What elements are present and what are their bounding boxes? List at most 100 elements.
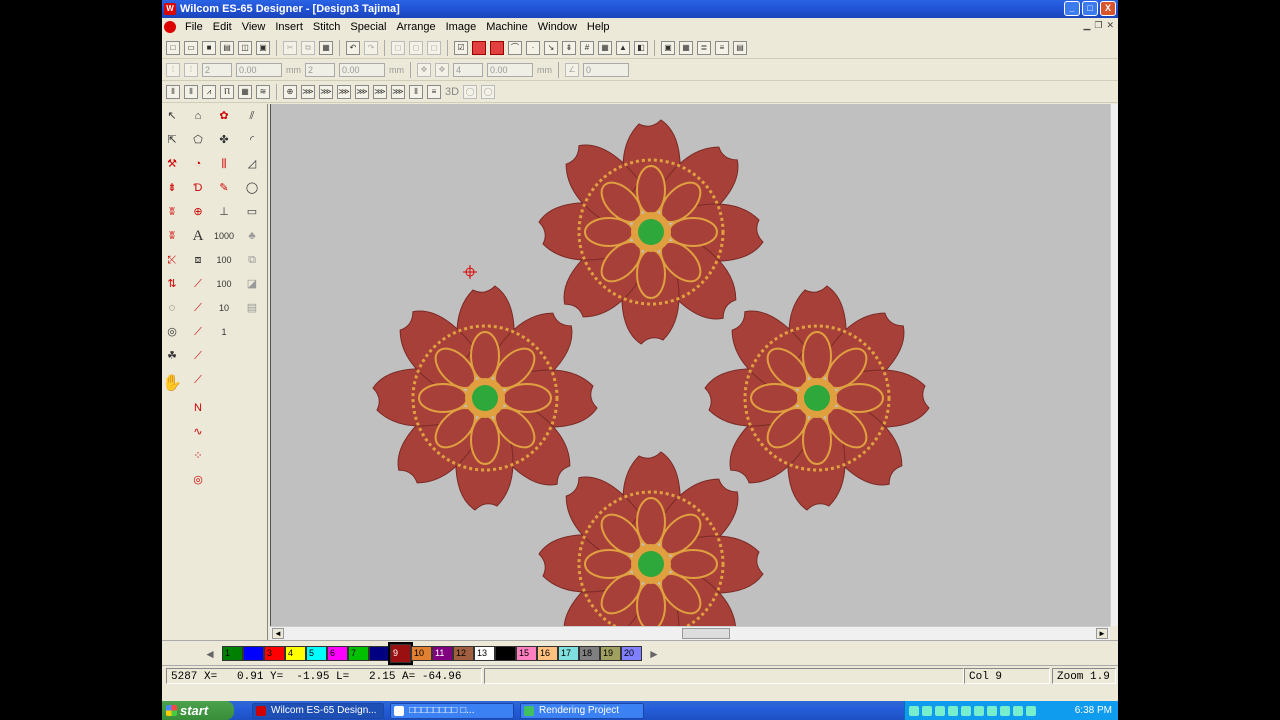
knife-icon[interactable]: ⚒ — [162, 154, 182, 174]
flower-motif-icon[interactable]: ✿ — [214, 106, 234, 126]
tray-icon-5[interactable] — [961, 705, 971, 716]
color-swatch[interactable]: 17 — [558, 646, 579, 661]
pattern-icon[interactable]: ☘ — [162, 346, 182, 366]
color-swatch[interactable]: 12 — [453, 646, 474, 661]
show-connectors-icon[interactable]: ⌒ — [508, 40, 522, 55]
design-properties-icon[interactable]: ▣ — [661, 40, 675, 55]
paint-icon[interactable]: ✎ — [214, 178, 234, 198]
applique-icon[interactable]: ◯ — [463, 84, 478, 99]
object-list-icon[interactable]: ▤ — [733, 40, 747, 55]
color-film-icon[interactable]: ▲ — [616, 40, 630, 55]
mdi-close-icon[interactable]: ✕ — [1106, 20, 1114, 31]
tray-icon-3[interactable] — [935, 705, 945, 716]
auto-digitize-icon[interactable]: ♣ — [242, 226, 262, 246]
motif-fill-icon[interactable]: ≋ — [256, 84, 270, 99]
stitch-count-1000-icon[interactable]: 1000 — [214, 226, 234, 246]
color-swatch[interactable] — [495, 646, 516, 661]
tie-off-icon[interactable]: ⊥ — [214, 202, 234, 222]
color-swatch[interactable]: 15 — [516, 646, 537, 661]
flower-top[interactable] — [538, 119, 764, 345]
undo-icon[interactable]: ↶ — [346, 40, 360, 55]
motif-run-icon[interactable]: ✤ — [214, 130, 234, 150]
tray-icon-9[interactable] — [1013, 705, 1023, 716]
spacing-field-1[interactable]: 2 — [202, 62, 232, 77]
cross-stitch-icon[interactable]: ⋙ — [301, 84, 315, 99]
stipple-icon[interactable]: ⋙ — [391, 84, 405, 99]
menu-image[interactable]: Image — [441, 21, 482, 33]
globe-fill-icon[interactable]: ⊕ — [188, 202, 208, 222]
flower-right[interactable] — [704, 285, 930, 511]
color-swatch[interactable]: 20 — [621, 646, 642, 661]
flower-left[interactable] — [372, 285, 598, 511]
stamp-icon[interactable]: ⁘ — [188, 446, 208, 466]
step-stitch-icon[interactable]: ⦀ — [184, 84, 198, 99]
raised-satin-icon[interactable]: ⦀ — [409, 84, 423, 99]
move-icon[interactable]: ✥ — [417, 62, 431, 77]
flower-bottom[interactable] — [538, 451, 764, 626]
manual-stitch-icon[interactable]: ʬ — [162, 226, 182, 246]
florentine-icon[interactable]: ⋙ — [319, 84, 333, 99]
density-icon[interactable]: ⁞ — [184, 62, 198, 77]
palette-next-icon[interactable]: ► — [646, 646, 662, 662]
stemstitch-icon[interactable]: ⟋ — [188, 322, 208, 342]
color-blend-icon[interactable]: ◎ — [162, 322, 182, 342]
horizontal-scrollbar[interactable]: ◄ ► — [270, 626, 1110, 640]
stitch-list-icon[interactable]: ≡ — [715, 40, 729, 55]
tray-icon-2[interactable] — [922, 705, 932, 716]
photo-stitch-icon[interactable]: ▤ — [242, 298, 262, 318]
stitch-edit-icon[interactable]: ⇟ — [162, 178, 182, 198]
tray-icon-7[interactable] — [987, 705, 997, 716]
color-swatch[interactable]: 5 — [306, 646, 327, 661]
color-swatch[interactable]: 9 — [388, 642, 413, 665]
menu-file[interactable]: File — [180, 21, 208, 33]
stitch-count-100a-icon[interactable]: 100 — [214, 250, 234, 270]
design-canvas[interactable] — [270, 104, 1110, 626]
color-swatch[interactable]: 3 — [264, 646, 285, 661]
task-browser[interactable]: □□□□□□□□ □... — [390, 702, 514, 719]
maximize-button[interactable]: □ — [1082, 1, 1098, 16]
menu-insert[interactable]: Insert — [270, 21, 308, 33]
mdi-restore-icon[interactable]: ❐ — [1094, 20, 1102, 31]
blend-icon[interactable]: ◌ — [162, 298, 182, 318]
color-swatch[interactable]: 19 — [600, 646, 621, 661]
show-needle-points-icon[interactable]: · — [526, 40, 540, 55]
mdi-minimize-icon[interactable]: ▁ — [1083, 20, 1090, 31]
pan-hand-icon[interactable]: ✋ — [162, 374, 182, 394]
lettering-icon[interactable]: A — [188, 226, 208, 246]
color-swatch[interactable]: 1 — [222, 646, 243, 661]
sequence-icon[interactable]: ≣ — [697, 40, 711, 55]
table-icon[interactable]: ▦ — [679, 40, 693, 55]
satin-line-icon[interactable]: ⤪ — [162, 250, 182, 270]
fancy-fill-icon[interactable]: ▦ — [238, 84, 252, 99]
length-field-3[interactable]: 0.00 — [487, 62, 533, 77]
cut-icon[interactable]: ✂ — [283, 40, 297, 55]
start-button[interactable]: start — [162, 701, 234, 720]
sculpture-icon[interactable]: ⋙ — [355, 84, 369, 99]
arc-icon[interactable]: ◜ — [242, 130, 262, 150]
menu-view[interactable]: View — [237, 21, 271, 33]
print-preview-icon[interactable]: ◫ — [238, 40, 252, 55]
task-rendering[interactable]: Rendering Project — [520, 702, 644, 719]
hoop-grid-icon[interactable]: ▦ — [598, 40, 612, 55]
vertical-scrollbar[interactable] — [1110, 104, 1118, 626]
zigzag-stitch-icon[interactable]: ⩘ — [202, 84, 216, 99]
stitch-count-10-icon[interactable]: 10 — [214, 298, 234, 318]
contour-icon[interactable]: ⋙ — [337, 84, 351, 99]
digitize-outline-icon[interactable]: ⌂ — [188, 106, 208, 126]
redo-icon[interactable]: ↷ — [364, 40, 378, 55]
checkbox-icon[interactable]: ☑ — [454, 40, 468, 55]
tray-icon-4[interactable] — [948, 705, 958, 716]
stitch-count-1-icon[interactable]: 1 — [214, 322, 234, 342]
palette-prev-icon[interactable]: ◄ — [202, 646, 218, 662]
send-to-machine-icon[interactable]: ▣ — [256, 40, 270, 55]
scroll-thumb[interactable] — [682, 628, 730, 639]
column-fill-icon[interactable]: ◔ — [188, 154, 208, 174]
menu-window[interactable]: Window — [533, 21, 582, 33]
color-swatch[interactable]: 10 — [411, 646, 432, 661]
spacing-field-3[interactable]: 4 — [453, 62, 483, 77]
menu-stitch[interactable]: Stitch — [308, 21, 346, 33]
n-run-icon[interactable]: Ν — [188, 398, 208, 418]
stitch-columns-icon[interactable]: ⫼ — [214, 154, 234, 174]
angle-field[interactable]: 0 — [583, 62, 629, 77]
spacing-icon[interactable]: ⁞ — [166, 62, 180, 77]
